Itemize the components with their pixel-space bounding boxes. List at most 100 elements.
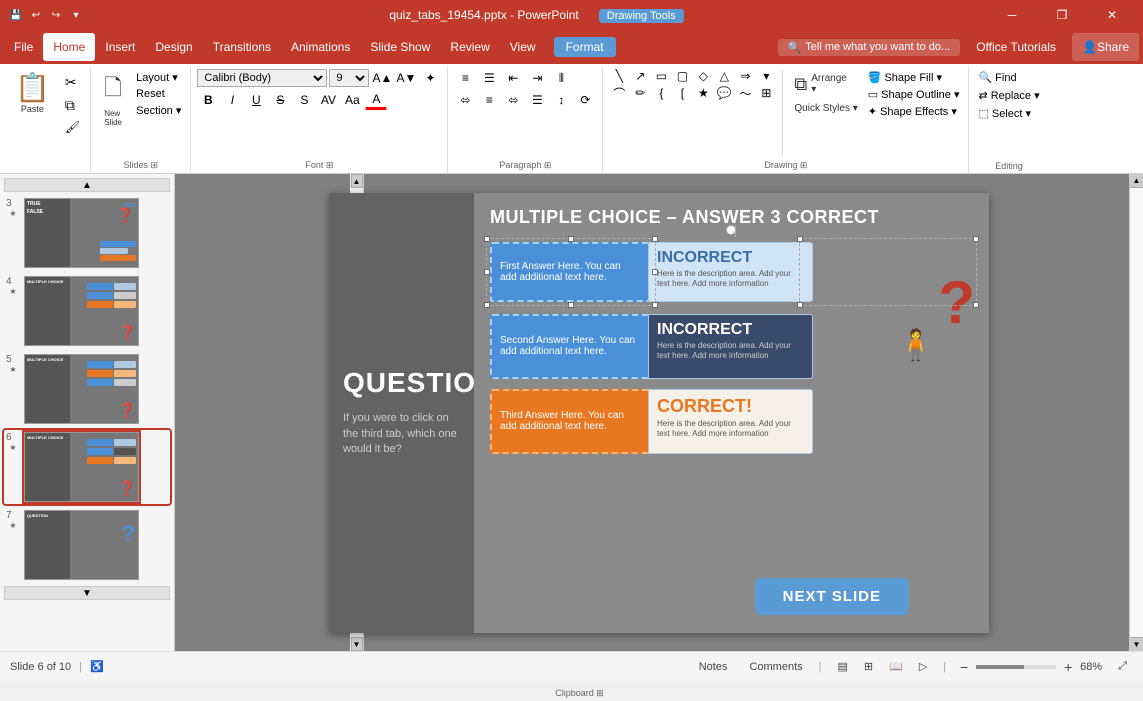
comments-btn[interactable]: Comments <box>743 659 808 675</box>
zoom-slider[interactable] <box>976 665 1056 669</box>
redo-quick-btn[interactable]: ↪ <box>48 7 64 23</box>
office-tutorials-btn[interactable]: Office Tutorials <box>966 33 1066 61</box>
answer-box-3[interactable]: Third Answer Here. You can add additiona… <box>490 389 650 454</box>
increase-font-btn[interactable]: A▲ <box>371 68 393 88</box>
text-direction-btn[interactable]: ⟳ <box>574 90 596 110</box>
paste-btn[interactable]: 📋 Paste <box>8 68 57 117</box>
view-slidesorter-btn[interactable]: ⊞ <box>858 658 879 675</box>
shape-outline-btn[interactable]: ▭ Shape Outline ▾ <box>865 87 963 102</box>
menu-review[interactable]: Review <box>440 33 499 61</box>
shape-freeform[interactable]: ✏ <box>630 85 650 101</box>
canvas-scroll-up[interactable]: ▲ <box>351 174 363 188</box>
notes-btn[interactable]: Notes <box>693 659 734 675</box>
minimize-btn[interactable]: ─ <box>989 0 1035 30</box>
shape-more[interactable]: ▾ <box>756 68 776 84</box>
result-box-1[interactable]: INCORRECT Here is the description area. … <box>648 242 813 302</box>
reset-btn[interactable]: Reset <box>133 87 184 101</box>
columns-btn[interactable]: ⫴ <box>550 68 572 88</box>
restore-btn[interactable]: ❐ <box>1039 0 1085 30</box>
shape-brace[interactable]: { <box>651 85 671 101</box>
change-case-btn[interactable]: Aa <box>341 90 363 110</box>
char-spacing-btn[interactable]: AV <box>317 90 339 110</box>
menu-design[interactable]: Design <box>145 33 202 61</box>
slide-thumb-3[interactable]: 3 ★ TRUE FALSE TRUE ❓ <box>4 196 170 270</box>
shape-bracket[interactable]: [ <box>672 85 692 101</box>
shape-rect[interactable]: ▭ <box>651 68 671 84</box>
align-center-btn[interactable]: ≡ <box>478 90 500 110</box>
shape-arrow[interactable]: ↗ <box>630 68 650 84</box>
shape-diamond[interactable]: ◇ <box>693 68 713 84</box>
layout-btn[interactable]: Layout ▾ <box>133 70 184 85</box>
zoom-plus-btn[interactable]: + <box>1060 659 1076 675</box>
canvas-scroll-down[interactable]: ▼ <box>351 637 363 651</box>
shape-triangle[interactable]: △ <box>714 68 734 84</box>
next-slide-btn[interactable]: NEXT SLIDE <box>755 578 909 615</box>
slide-thumb-5[interactable]: 5 ★ MULTIPLE CHOICE ❓ <box>4 352 170 426</box>
right-scrollbar[interactable]: ▲ ▼ <box>1129 174 1143 651</box>
undo-quick-btn[interactable]: ↩ <box>28 7 44 23</box>
shape-wave[interactable]: 〜 <box>735 85 755 101</box>
shape-right-arrow[interactable]: ⇒ <box>735 68 755 84</box>
increase-indent-btn[interactable]: ⇥ <box>526 68 548 88</box>
share-btn[interactable]: 👤 Share <box>1072 33 1139 61</box>
menu-insert[interactable]: Insert <box>95 33 145 61</box>
bullet-list-btn[interactable]: ≡ <box>454 68 476 88</box>
shape-line[interactable]: ╲ <box>609 68 629 84</box>
menu-slideshow[interactable]: Slide Show <box>360 33 440 61</box>
new-slide-btn[interactable]: 🗋 NewSlide <box>97 68 129 130</box>
slide-thumb-7[interactable]: 7 ★ QUESTION ? <box>4 508 170 582</box>
justify-btn[interactable]: ☰ <box>526 90 548 110</box>
underline-btn[interactable]: U <box>245 90 267 110</box>
view-reading-btn[interactable]: 📖 <box>883 658 909 675</box>
slide-panel-scroll-up[interactable]: ▲ <box>4 178 170 192</box>
menu-file[interactable]: File <box>4 33 43 61</box>
shape-effects-btn[interactable]: ✦ Shape Effects ▾ <box>865 104 963 119</box>
close-btn[interactable]: ✕ <box>1089 0 1135 30</box>
find-btn[interactable]: 🔍 Find <box>975 70 1042 85</box>
shape-fill-btn[interactable]: 🪣 Shape Fill ▾ <box>865 70 963 85</box>
align-right-btn[interactable]: ⬄ <box>502 90 524 110</box>
select-btn[interactable]: ⬚ Select ▾ <box>975 106 1042 121</box>
zoom-minus-btn[interactable]: − <box>956 659 972 675</box>
shadow-btn[interactable]: S <box>293 90 315 110</box>
number-list-btn[interactable]: ☰ <box>478 68 500 88</box>
shape-star[interactable]: ★ <box>693 85 713 101</box>
quick-styles-btn[interactable]: Quick Styles ▾ <box>789 100 862 117</box>
answer-box-1[interactable]: First Answer Here. You can add additiona… <box>490 242 650 302</box>
copy-btn[interactable]: ⧉ <box>61 95 84 116</box>
view-slideshow-btn[interactable]: ▷ <box>913 658 933 675</box>
slide-thumb-6[interactable]: 6 ★ MULTIPLE CHOICE ❓ <box>4 430 170 504</box>
right-scroll-up[interactable]: ▲ <box>1130 174 1143 188</box>
save-quick-btn[interactable]: 💾 <box>8 7 24 23</box>
shape-callout[interactable]: 💬 <box>714 85 734 101</box>
menu-animations[interactable]: Animations <box>281 33 360 61</box>
shape-arrange[interactable]: ⊞ <box>756 85 776 101</box>
result-box-2[interactable]: INCORRECT Here is the description area. … <box>648 314 813 379</box>
italic-btn[interactable]: I <box>221 90 243 110</box>
shape-rounded-rect[interactable]: ▢ <box>672 68 692 84</box>
customize-quick-btn[interactable]: ▾ <box>68 7 84 23</box>
font-family-select[interactable]: Calibri (Body) <box>197 69 327 87</box>
section-btn[interactable]: Section ▾ <box>133 103 184 118</box>
shape-curve[interactable]: ⌒ <box>609 85 629 101</box>
decrease-font-btn[interactable]: A▼ <box>395 68 417 88</box>
decrease-indent-btn[interactable]: ⇤ <box>502 68 524 88</box>
clear-format-btn[interactable]: ✦ <box>419 68 441 88</box>
tell-me-input[interactable]: 🔍 Tell me what you want to do... <box>778 39 961 56</box>
slide-thumb-4[interactable]: 4 ★ MULTIPLE CHOICE ❓ <box>4 274 170 348</box>
fit-slide-btn[interactable]: ⤢ <box>1112 658 1133 675</box>
bold-btn[interactable]: B <box>197 90 219 110</box>
format-painter-btn[interactable]: 🖌 <box>61 118 84 136</box>
slide-panel-scroll-down[interactable]: ▼ <box>4 586 170 600</box>
line-spacing-btn[interactable]: ↕ <box>550 90 572 110</box>
menu-format[interactable]: Format <box>554 37 616 57</box>
arrange-btn[interactable]: ⧉ Arrange▾ <box>789 70 862 98</box>
cut-btn[interactable]: ✂ <box>61 72 84 93</box>
slide-panel[interactable]: ▲ 3 ★ TRUE FALSE TRUE <box>0 174 175 651</box>
accessibility-btn[interactable]: ♿ <box>90 660 104 673</box>
replace-btn[interactable]: ⇄ Replace ▾ <box>975 88 1042 103</box>
menu-home[interactable]: Home <box>43 33 95 61</box>
align-left-btn[interactable]: ⬄ <box>454 90 476 110</box>
menu-view[interactable]: View <box>500 33 546 61</box>
menu-transitions[interactable]: Transitions <box>203 33 281 61</box>
